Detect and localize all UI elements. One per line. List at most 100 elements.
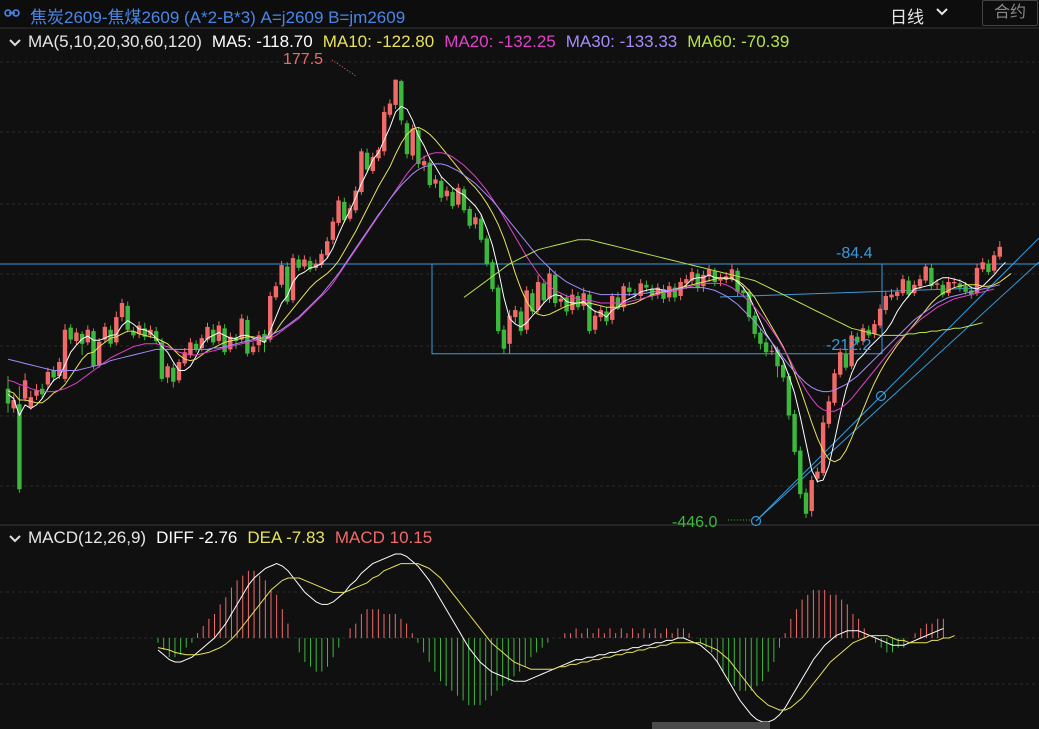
candle-body [729,269,735,278]
candle-body [467,208,472,226]
candle-body [826,401,831,424]
candle-body [296,259,301,268]
high-label: 177.5 [283,51,323,68]
candle-body [592,315,598,330]
candle-body [51,370,56,378]
candle-body [302,259,307,267]
candle-body [832,373,837,403]
candle-body [342,201,347,221]
candle-body [997,246,1002,257]
candle-body [410,128,415,156]
candle-body [963,286,968,292]
candle-body [838,352,843,375]
candle-body [125,305,130,330]
diff-line [157,553,944,723]
candle-body [114,317,119,343]
candle-body [74,332,79,341]
candle-body [176,362,182,381]
candle-body [986,263,991,273]
candle-body [484,238,489,264]
candle-body [290,258,296,301]
candle-body [530,293,535,312]
candle-body [325,241,330,256]
ma10-line [7,126,1012,463]
candle-body [803,492,809,514]
candle-body [798,450,803,495]
candle-body [108,329,113,344]
candle-body [883,296,888,311]
candle-body [923,266,928,281]
candle-body [781,364,786,378]
candle-body [541,283,546,301]
candle-body [895,291,900,297]
candle-body [473,217,478,225]
candle-body [627,287,632,292]
candle-body [62,329,68,379]
candle-body [444,190,450,197]
candle-body [193,343,199,350]
candle-body [934,283,940,285]
candle-body [421,161,427,166]
candle-body [268,296,273,340]
scrollbar-thumb[interactable] [652,722,770,729]
candle-body [752,315,757,334]
low-label: -446.0 [672,514,717,531]
candle-body [575,296,581,308]
candle-body [712,270,717,282]
candle-body [889,294,894,298]
candle-body [188,342,193,356]
box-top-label: -84.4 [836,245,873,262]
candle-body [404,123,410,155]
candle-body [513,310,518,318]
candle-body [496,287,501,332]
candle-body [621,286,626,308]
candle-body [741,290,746,294]
candle-body [450,192,455,207]
candle-body [68,327,73,340]
candle-body [991,255,997,271]
candle-body [399,81,404,121]
candle-body [171,367,176,382]
candle-body [501,329,507,349]
candle-body [843,353,849,368]
candle-body [250,346,256,353]
candle-body [906,280,911,295]
candle-body [980,262,985,270]
candle-body [877,308,883,326]
candle-body [535,281,541,311]
candle-body [763,342,769,353]
candle-body [22,380,28,399]
candle-body [336,200,341,223]
candle-body [439,180,444,198]
candle-body [952,281,957,284]
candle-body [809,480,814,511]
candle-body [273,286,279,298]
candle-body [558,298,564,302]
candle-body [279,265,284,285]
candle-body [433,179,438,184]
candle-body [461,189,467,211]
candle-body [359,151,364,193]
candle-body [393,79,398,105]
candle-body [382,111,387,152]
candle-body [119,303,125,318]
candle-body [364,152,370,170]
candle-body [638,283,643,297]
ma5-line [7,105,1006,483]
candle-body [165,366,170,378]
price-chart[interactable]: 177.5 -446.0 -84.4 -212.2 [0,0,1039,729]
candle-body [769,350,774,352]
candle-body [330,221,336,240]
candle-body [872,324,877,334]
candle-body [917,279,923,287]
candle-body [17,404,22,490]
candle-body [758,332,763,344]
candle-body [45,371,51,385]
candle-body [644,284,649,288]
candle-body [900,279,906,294]
candle-body [91,331,96,367]
box-bottom-label: -212.2 [826,337,871,354]
candle-body [478,218,484,240]
candle-body [387,103,393,115]
candle-body [792,414,797,452]
